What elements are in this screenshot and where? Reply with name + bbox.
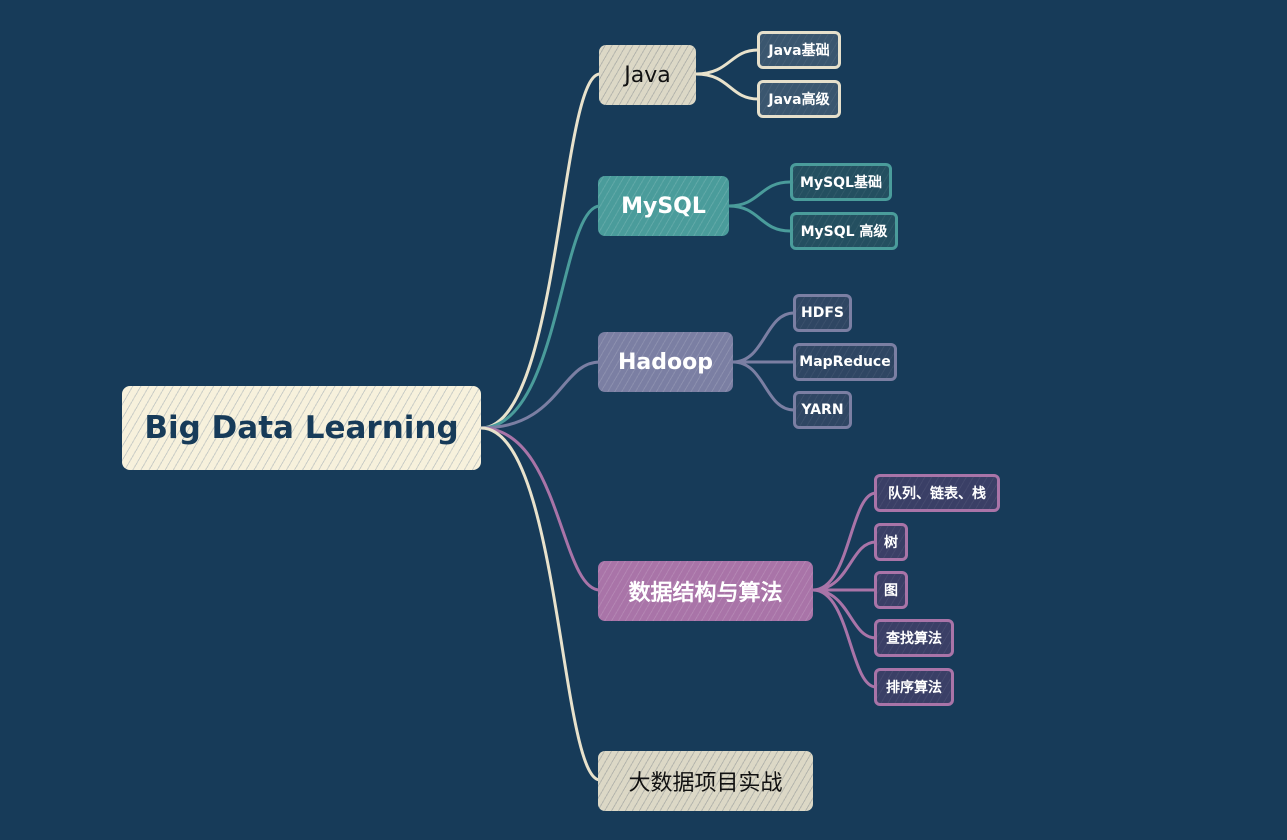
connector-root-hadoop — [480, 360, 601, 430]
root-label: Big Data Learning — [144, 410, 459, 446]
connector-ds-sort — [812, 588, 877, 689]
leaf-ds-graph-label: 图 — [884, 583, 898, 599]
connector-java-advanced — [695, 72, 759, 101]
leaf-hadoop-yarn-label: YARN — [801, 402, 844, 418]
leaf-hadoop-hdfs-label: HDFS — [801, 305, 844, 321]
leaf-java-basic[interactable]: Java基础 — [757, 31, 841, 69]
connector-root-mysql — [480, 204, 601, 430]
leaf-hadoop-hdfs[interactable]: HDFS — [793, 294, 852, 332]
connector-hadoop-hdfs — [732, 311, 795, 364]
root-node[interactable]: Big Data Learning — [122, 386, 481, 470]
branch-mysql[interactable]: MySQL — [598, 176, 729, 236]
leaf-mysql-basic-label: MySQL基础 — [800, 175, 882, 191]
leaf-ds-tree-label: 树 — [884, 535, 898, 551]
branch-java[interactable]: Java — [599, 45, 696, 105]
leaf-mysql-basic[interactable]: MySQL基础 — [790, 163, 892, 201]
connector-root-ds — [480, 426, 601, 592]
connector-mysql-advanced — [728, 204, 791, 233]
leaf-mysql-advanced[interactable]: MySQL 高级 — [790, 212, 898, 250]
leaf-ds-sort-label: 排序算法 — [886, 680, 942, 696]
leaf-java-advanced[interactable]: Java高级 — [757, 80, 841, 118]
leaf-ds-tree[interactable]: 树 — [874, 523, 908, 561]
leaf-ds-search-label: 查找算法 — [886, 631, 942, 647]
branch-project[interactable]: 大数据项目实战 — [598, 751, 813, 811]
leaf-ds-queue[interactable]: 队列、链表、栈 — [874, 474, 1000, 512]
leaf-hadoop-yarn[interactable]: YARN — [793, 391, 852, 429]
branch-data-structures-label: 数据结构与算法 — [628, 581, 783, 606]
connector-root-java — [480, 72, 601, 430]
connector-hadoop-yarn — [732, 360, 795, 412]
leaf-hadoop-mapreduce[interactable]: MapReduce — [793, 343, 897, 381]
leaf-ds-search[interactable]: 查找算法 — [874, 619, 954, 657]
leaf-java-advanced-label: Java高级 — [768, 92, 830, 108]
leaf-java-basic-label: Java基础 — [768, 43, 830, 59]
branch-data-structures[interactable]: 数据结构与算法 — [598, 561, 813, 621]
connector-java-basic — [695, 48, 759, 76]
branch-project-label: 大数据项目实战 — [628, 771, 783, 796]
connector-mysql-basic — [728, 180, 791, 208]
branch-hadoop[interactable]: Hadoop — [598, 332, 733, 392]
connector-root-project — [480, 426, 601, 782]
leaf-ds-graph[interactable]: 图 — [874, 571, 908, 609]
leaf-mysql-advanced-label: MySQL 高级 — [800, 224, 888, 240]
branch-hadoop-label: Hadoop — [618, 349, 713, 375]
branch-java-label: Java — [624, 62, 671, 88]
leaf-ds-sort[interactable]: 排序算法 — [874, 668, 954, 706]
connector-ds-queue — [812, 491, 877, 592]
leaf-ds-queue-label: 队列、链表、栈 — [888, 486, 986, 502]
branch-mysql-label: MySQL — [621, 193, 706, 219]
leaf-hadoop-mapreduce-label: MapReduce — [799, 354, 891, 370]
